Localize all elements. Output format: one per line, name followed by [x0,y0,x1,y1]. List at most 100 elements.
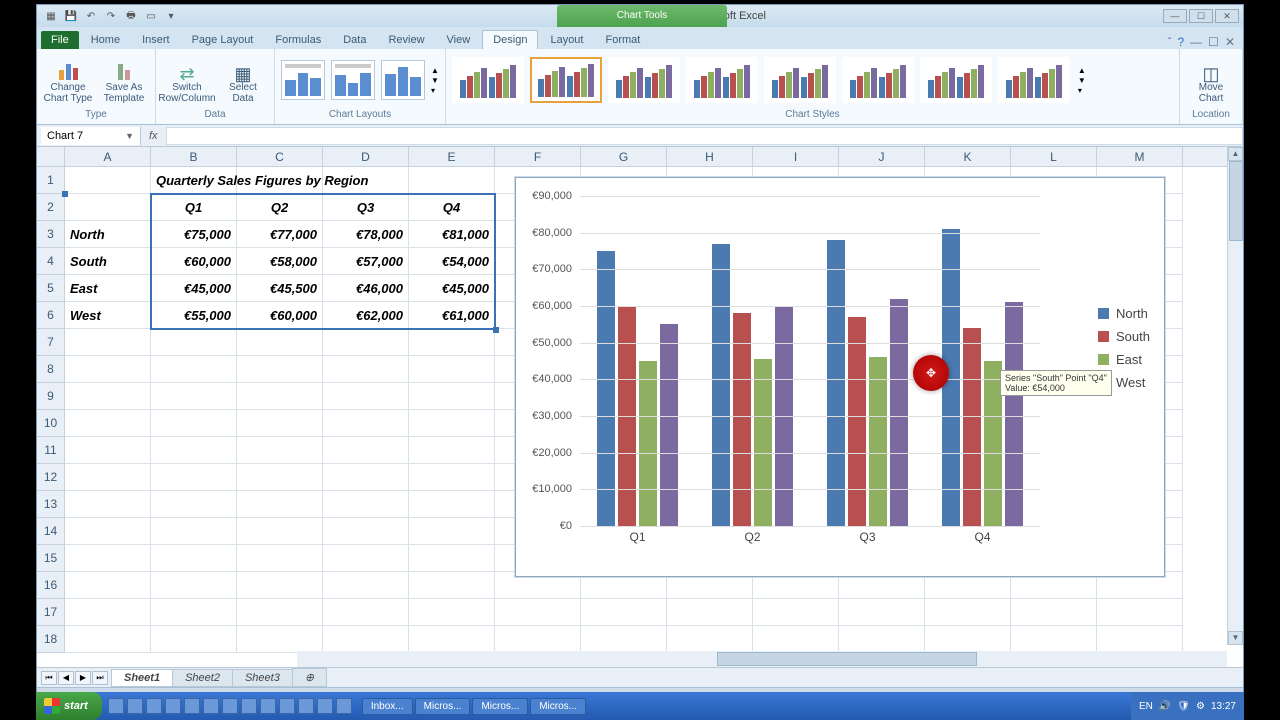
cell[interactable] [839,626,925,653]
sheet-tab-2[interactable]: Sheet2 [172,669,233,687]
cell[interactable] [323,518,409,545]
cell[interactable] [237,518,323,545]
ql-icon[interactable] [260,698,276,714]
new-sheet-button[interactable]: ⊕ [292,668,327,687]
ql-icon[interactable] [317,698,333,714]
cell[interactable] [237,329,323,356]
cell[interactable] [1011,599,1097,626]
cell[interactable]: €57,000 [323,248,409,275]
cell[interactable] [323,599,409,626]
cell[interactable] [925,599,1011,626]
cell[interactable]: €62,000 [323,302,409,329]
cell[interactable] [495,599,581,626]
cell[interactable]: €77,000 [237,221,323,248]
cell[interactable] [409,545,495,572]
column-header[interactable]: E [409,147,495,166]
cell[interactable]: Q2 [237,194,323,221]
column-header[interactable]: L [1011,147,1097,166]
column-header[interactable]: I [753,147,839,166]
cell[interactable]: €61,000 [409,302,495,329]
window-restore-icon[interactable]: ☐ [1208,35,1219,49]
column-header[interactable]: C [237,147,323,166]
ql-icon[interactable] [222,698,238,714]
cell[interactable] [409,437,495,464]
chart-bar[interactable] [639,361,657,526]
ql-icon[interactable] [184,698,200,714]
cell[interactable] [65,572,151,599]
cell[interactable] [237,545,323,572]
cell[interactable] [323,356,409,383]
cell[interactable] [151,437,237,464]
cell[interactable] [151,599,237,626]
legend-item[interactable]: North [1098,306,1150,321]
preview-icon[interactable]: ▭ [143,8,159,24]
chart-style-2[interactable] [530,57,602,103]
column-header[interactable]: B [151,147,237,166]
chart-bar[interactable] [963,328,981,526]
minimize-button[interactable]: — [1163,9,1187,23]
cell[interactable] [151,518,237,545]
close-button[interactable]: ✕ [1215,9,1239,23]
taskbar-task[interactable]: Micros... [472,698,528,715]
cell[interactable] [409,518,495,545]
worksheet-grid[interactable]: ABCDEFGHIJKLM 1Quarterly Sales Figures b… [37,147,1243,667]
cell[interactable]: €60,000 [237,302,323,329]
row-header[interactable]: 10 [37,410,65,437]
chart-bar[interactable] [1005,302,1023,526]
cell[interactable] [1011,626,1097,653]
cell[interactable] [65,545,151,572]
cell[interactable] [323,167,409,194]
cell[interactable]: Quarterly Sales Figures by Region [151,167,237,194]
row-header[interactable]: 13 [37,491,65,518]
row-header[interactable]: 18 [37,626,65,653]
window-close-icon[interactable]: ✕ [1225,35,1235,49]
column-header[interactable]: H [667,147,753,166]
row-header[interactable]: 1 [37,167,65,194]
cell[interactable] [151,572,237,599]
tab-formulas[interactable]: Formulas [265,31,331,49]
row-header[interactable]: 5 [37,275,65,302]
cell[interactable] [323,491,409,518]
chart-layouts-more[interactable]: ▲▼▾ [431,66,439,95]
cell[interactable] [65,518,151,545]
cell[interactable] [409,329,495,356]
ql-icon[interactable] [108,698,124,714]
ql-icon[interactable] [241,698,257,714]
cell[interactable] [65,464,151,491]
cell[interactable] [1097,599,1183,626]
cell[interactable] [65,383,151,410]
row-header[interactable]: 14 [37,518,65,545]
move-chart-button[interactable]: ◫ Move Chart [1186,56,1236,104]
window-min-icon[interactable]: — [1190,35,1202,49]
cell[interactable]: Q1 [151,194,237,221]
column-header[interactable]: G [581,147,667,166]
cell[interactable] [65,410,151,437]
column-header[interactable]: M [1097,147,1183,166]
cell[interactable] [65,599,151,626]
cell[interactable] [925,626,1011,653]
cell[interactable] [237,626,323,653]
cell[interactable] [151,626,237,653]
selection-handle[interactable] [62,191,68,197]
cell[interactable] [237,383,323,410]
save-icon[interactable]: 💾 [63,8,79,24]
print-icon[interactable]: 🖶 [123,8,139,24]
tray-icon[interactable]: 🛡 [1177,701,1190,712]
chart-layout-1[interactable] [281,60,325,100]
cell[interactable] [65,194,151,221]
cell[interactable] [65,356,151,383]
cell[interactable] [323,383,409,410]
cell[interactable] [409,491,495,518]
tab-view[interactable]: View [437,31,481,49]
cell[interactable]: €45,500 [237,275,323,302]
tab-design[interactable]: Design [482,30,538,49]
excel-icon[interactable]: ▦ [43,8,59,24]
hscroll-thumb[interactable] [717,652,977,666]
cell[interactable] [65,491,151,518]
cell[interactable]: €45,000 [151,275,237,302]
ql-icon[interactable] [165,698,181,714]
tab-home[interactable]: Home [81,31,130,49]
cell[interactable] [409,410,495,437]
cell[interactable]: €55,000 [151,302,237,329]
chart-bar[interactable] [890,299,908,526]
